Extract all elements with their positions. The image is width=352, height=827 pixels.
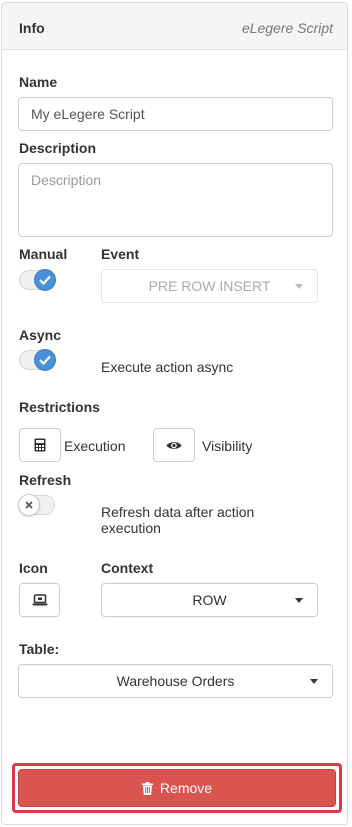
eye-icon <box>166 441 182 449</box>
table-select[interactable]: Warehouse Orders <box>18 664 333 698</box>
laptop-icon <box>32 594 47 606</box>
visibility-button[interactable] <box>153 428 195 462</box>
event-value: PRE ROW INSERT <box>148 278 271 294</box>
async-toggle[interactable] <box>19 349 56 371</box>
remove-label: Remove <box>159 780 213 796</box>
manual-label: Manual <box>19 246 68 262</box>
close-icon <box>18 494 40 516</box>
refresh-caption-line1: Refresh data after action <box>101 504 255 520</box>
trash-icon <box>141 781 153 795</box>
panel-subtitle: eLegere Script <box>241 20 333 36</box>
name-label: Name <box>19 74 58 90</box>
refresh-toggle[interactable] <box>18 494 55 516</box>
event-label: Event <box>101 246 140 262</box>
context-value: ROW <box>192 592 227 608</box>
remove-button[interactable]: Remove <box>18 769 336 807</box>
context-select[interactable]: ROW <box>101 583 318 617</box>
async-caption: Execute action async <box>101 359 234 375</box>
execution-label: Execution <box>64 438 126 454</box>
caret-down-icon <box>295 284 303 289</box>
icon-label: Icon <box>19 560 48 576</box>
table-label: Table: <box>19 641 60 657</box>
restrictions-label: Restrictions <box>19 399 100 415</box>
check-icon <box>34 269 56 291</box>
event-select: PRE ROW INSERT <box>101 269 318 303</box>
refresh-caption-line2: execution <box>101 520 161 536</box>
panel-header: Info eLegere Script <box>2 3 347 50</box>
caret-down-icon <box>310 679 318 684</box>
caret-down-icon <box>295 598 303 603</box>
info-panel: Info eLegere Script Name Description Man… <box>1 2 348 825</box>
async-label: Async <box>19 327 62 343</box>
icon-picker-button[interactable] <box>19 583 60 617</box>
check-icon <box>34 349 56 371</box>
name-input[interactable] <box>18 97 333 131</box>
context-label: Context <box>101 560 154 576</box>
execution-button[interactable] <box>19 428 61 462</box>
panel-title: Info <box>19 20 45 36</box>
description-label: Description <box>19 140 97 156</box>
table-value: Warehouse Orders <box>116 673 235 689</box>
visibility-label: Visibility <box>202 438 253 454</box>
manual-toggle[interactable] <box>19 269 56 291</box>
refresh-label: Refresh <box>19 472 72 488</box>
remove-highlight: Remove <box>12 763 342 813</box>
description-input[interactable] <box>18 163 333 237</box>
calculator-icon <box>34 438 46 452</box>
